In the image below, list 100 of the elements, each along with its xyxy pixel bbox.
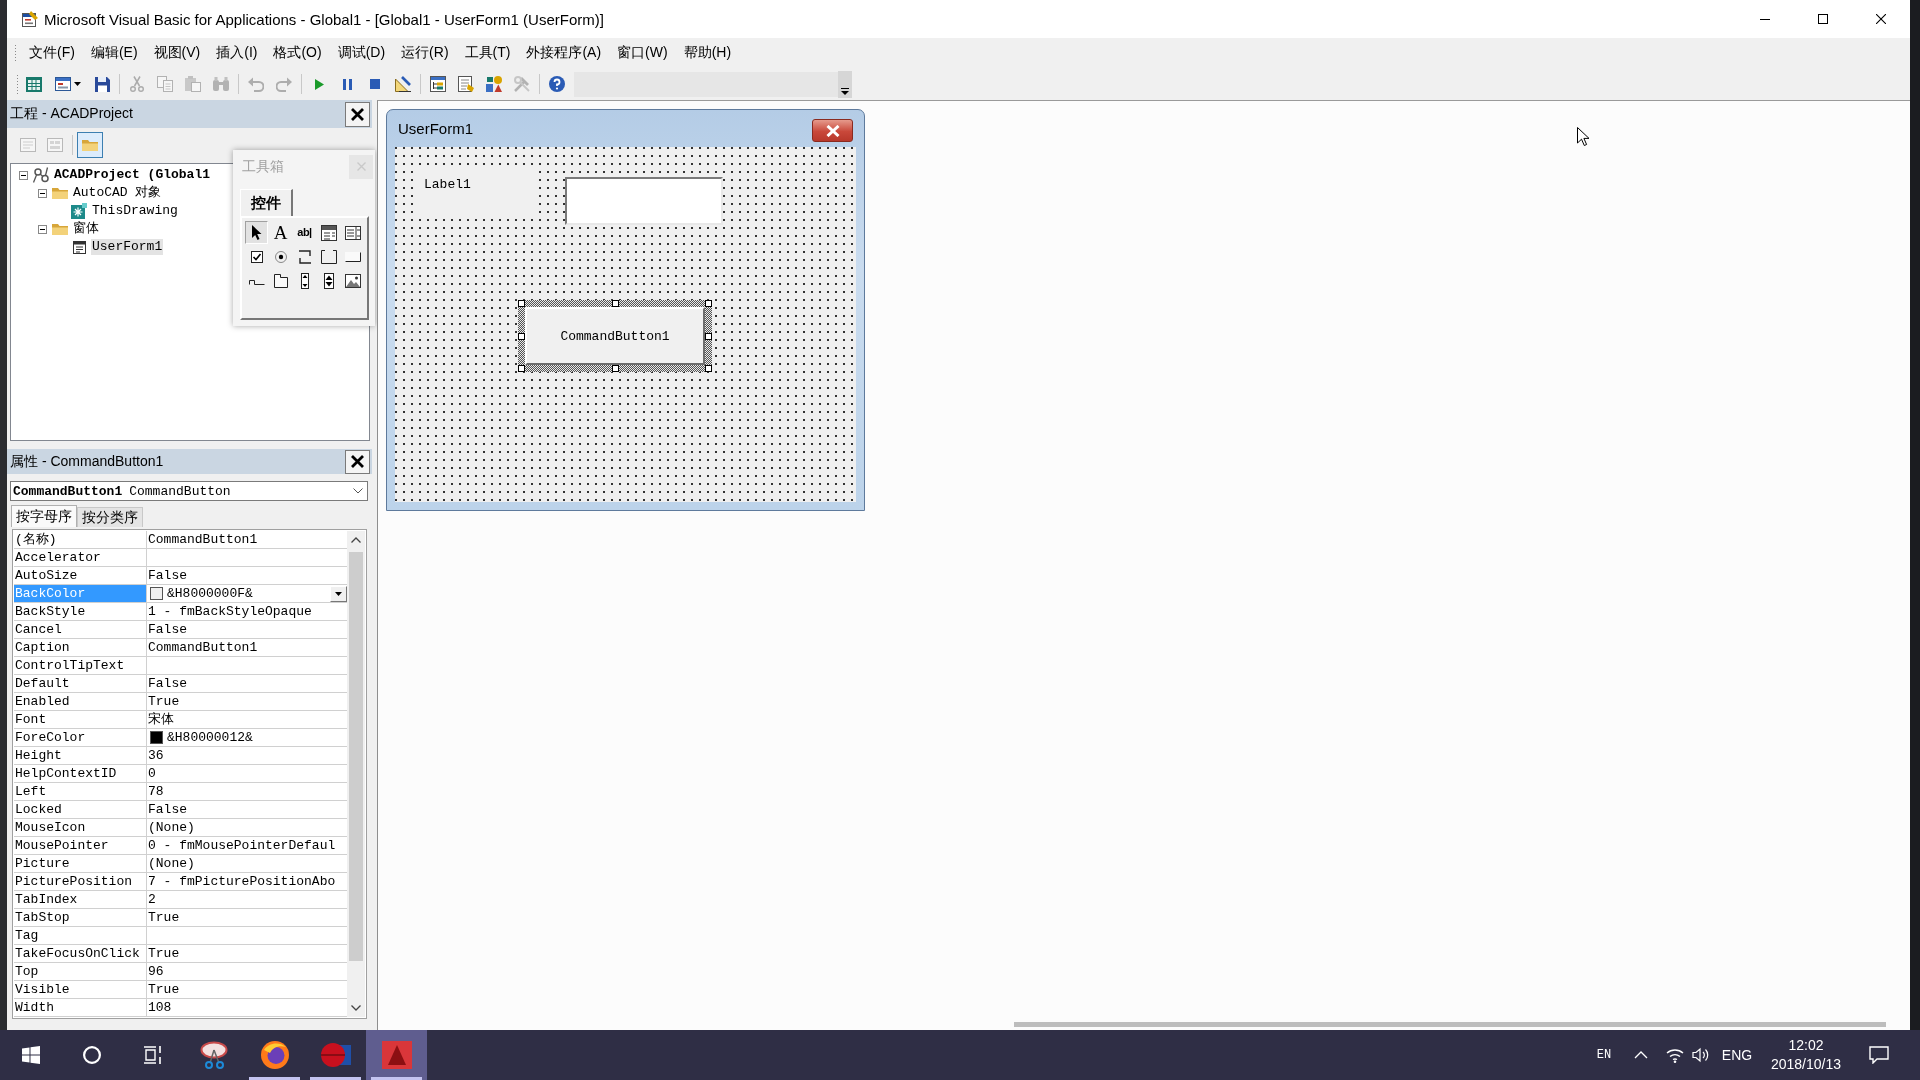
property-value[interactable]: &H8000000F& [167,585,253,602]
property-name[interactable]: TabStop [14,909,147,927]
property-value[interactable]: True [148,945,180,962]
triangle-tile-icon[interactable] [381,1041,412,1069]
property-value[interactable]: 1 - fmBackStyleOpaque [148,603,312,620]
menu-item[interactable]: 运行(R) [393,41,457,65]
tree-item[interactable]: UserForm1 [91,239,164,255]
minus-box-icon[interactable] [37,224,47,234]
tree-item[interactable]: ACADProject (Global1 [53,167,212,183]
property-value[interactable]: False [148,621,187,638]
scrollbar-icon[interactable] [300,272,309,289]
property-name[interactable]: Locked [14,801,147,819]
property-name[interactable]: BackStyle [14,603,147,621]
tree-window-icon[interactable] [430,76,446,92]
property-value[interactable]: &H80000012& [167,729,253,746]
menu-item[interactable]: 窗口(W) [609,41,676,65]
shapes-icon[interactable] [486,76,502,92]
menu-item[interactable]: 外接程序(A) [518,41,610,65]
set-square-pencil-icon[interactable] [395,76,411,92]
tab[interactable]: 按分类序 [77,507,143,527]
property-name[interactable]: Width [14,999,147,1017]
four-panes-icon[interactable] [21,1046,40,1064]
caret-down-icon[interactable] [74,82,81,86]
tool-button[interactable]: A [269,221,292,244]
property-sheet-icon[interactable] [458,76,474,92]
property-name[interactable]: Enabled [14,693,147,711]
vertical-scrollbar[interactable] [347,531,365,1017]
close-button[interactable] [345,449,370,474]
property-name[interactable]: Accelerator [14,549,147,567]
property-name[interactable]: ControlTipText [14,657,147,675]
property-name[interactable]: Font [14,711,147,729]
property-value[interactable]: True [148,909,180,926]
pause-icon[interactable] [342,78,352,90]
scissors-dish-icon[interactable] [199,1041,228,1069]
property-name[interactable]: TakeFocusOnClick [14,945,147,963]
form-window-icon[interactable] [55,77,71,91]
tool-button[interactable]: ab| [293,221,316,244]
property-value[interactable]: False [148,567,187,584]
resize-handle[interactable] [518,332,525,340]
speaker-icon[interactable] [1692,1047,1710,1063]
grid-window-icon[interactable] [26,76,42,92]
maximize-icon[interactable] [1818,14,1828,24]
close-button[interactable] [812,119,853,142]
command-button[interactable]: CommandButton1 [525,307,705,365]
task-view-icon[interactable] [142,1046,163,1064]
property-value[interactable]: CommandButton1 [148,531,258,548]
tool-button[interactable] [245,221,268,244]
menu-item[interactable]: 调试(D) [329,41,394,65]
property-name[interactable]: Cancel [14,621,147,639]
menu-item[interactable]: 文件(F) [21,41,83,65]
property-value[interactable]: CommandButton1 [148,639,258,656]
property-value[interactable]: 36 [148,747,164,764]
clock-time[interactable]: 12:02 [1788,1037,1824,1054]
resize-handle[interactable] [518,365,525,372]
panel-toolbar-button[interactable] [77,132,103,158]
minus-box-icon[interactable] [18,170,28,180]
property-name[interactable]: MousePointer [14,837,147,855]
property-name[interactable]: Left [14,783,147,801]
property-name[interactable]: Height [14,747,147,765]
checkbox-icon[interactable] [250,250,263,263]
property-value[interactable]: 96 [148,963,164,980]
resize-handle[interactable] [705,365,712,372]
close-icon[interactable] [351,107,364,121]
property-value[interactable]: False [148,675,187,692]
property-value[interactable]: 7 - fmPicturePositionAbo [148,873,336,890]
menu-item[interactable]: 格式(O) [265,41,330,65]
menu-item[interactable]: 帮助(H) [675,41,740,65]
property-value[interactable]: 108 [148,999,172,1016]
spin-button-icon[interactable] [323,272,334,289]
property-name[interactable]: HelpContextID [14,765,147,783]
menu-item[interactable]: 视图(V) [145,41,209,65]
input-mode-indicator[interactable]: EN [1596,1048,1612,1062]
taskbar-app-button[interactable] [366,1030,427,1080]
resize-handle[interactable] [611,300,619,307]
resize-handle[interactable] [611,365,619,372]
object-selector[interactable]: CommandButton1 CommandButton [10,481,368,501]
tab[interactable]: 按字母序 [11,505,77,527]
close-button[interactable] [345,101,370,127]
property-name[interactable]: Tag [14,927,147,945]
menu-item[interactable]: 编辑(E) [82,41,146,65]
save-icon[interactable] [94,76,110,92]
clock-date[interactable]: 2018/10/13 [1770,1056,1842,1073]
menu-item[interactable]: 插入(I) [208,41,266,65]
property-name[interactable]: (名称) [14,531,147,549]
property-name[interactable]: Visible [14,981,147,999]
property-name[interactable]: Picture [14,855,147,873]
property-value[interactable]: 2 [148,891,156,908]
radio-button-icon[interactable] [274,250,287,263]
tree-item[interactable]: ThisDrawing [91,203,179,219]
property-name[interactable]: MouseIcon [14,819,147,837]
property-value[interactable]: (None) [148,855,195,872]
property-name[interactable]: Top [14,963,147,981]
grip-handle[interactable] [14,44,17,62]
property-value[interactable]: False [148,801,187,818]
caret-down-icon[interactable] [841,87,849,95]
wifi-icon[interactable] [1666,1047,1684,1063]
menu-item[interactable]: 工具(T) [456,41,519,65]
minimize-icon[interactable] [1760,18,1770,20]
property-name[interactable]: PicturePosition [14,873,147,891]
ring-icon[interactable] [82,1046,101,1064]
